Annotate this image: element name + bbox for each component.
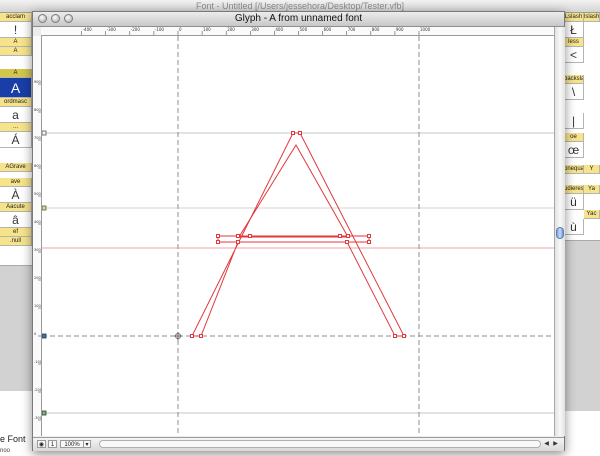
ruler-label: 700 — [348, 27, 356, 32]
ruler-label: 0 — [34, 332, 36, 336]
ruler-label: 900 — [396, 27, 404, 32]
zoom-dropdown-chevron-icon[interactable]: ▾ — [83, 440, 91, 448]
ruler-label: -400 — [83, 27, 93, 32]
ruler-label: 1000 — [420, 27, 431, 32]
ruler-label: 100 — [34, 304, 41, 308]
baseline-marker — [42, 333, 47, 339]
scroll-left-arrow-icon[interactable]: ◀ — [542, 440, 551, 448]
ruler-label: 300 — [34, 248, 41, 252]
grid-glyph[interactable]: Á — [0, 132, 32, 148]
grid-header: ave — [0, 178, 32, 187]
ruler-label: 300 — [251, 27, 259, 32]
grid-header: acclam — [0, 13, 32, 22]
grid-glyph[interactable]: < — [564, 47, 584, 63]
grid-header: Lslash — [564, 13, 584, 22]
glyph-window-statusbar: ◉ 1 100% ▾ ◀ ▶ — [33, 437, 564, 451]
ruler-label: 800 — [34, 108, 41, 112]
glyph-window-title: Glyph - A from unnamed font — [234, 13, 363, 24]
vertical-ruler-ticks: 900 800 700 600 500 400 300 200 100 0 -100 -200 -300 — [34, 80, 41, 421]
grid-header-selected: A — [0, 69, 32, 78]
grid-header: lslash — [584, 13, 600, 22]
glyph-outline — [191, 132, 405, 337]
grid-header: onequarter — [564, 165, 584, 174]
vertical-ruler[interactable]: 900 800 700 600 500 400 300 200 100 0 -100 -200 -300 — [33, 36, 42, 436]
grid-header: A — [0, 47, 32, 56]
grid-header: AGrave — [0, 163, 32, 172]
ruler-label: 600 — [34, 164, 41, 168]
ruler-label: -200 — [34, 388, 41, 392]
ruler-label: 400 — [34, 220, 41, 224]
eye-icon: ◉ — [38, 442, 45, 448]
grid-header: Aacute — [0, 203, 32, 212]
grid-header: Yac — [584, 210, 600, 219]
ruler-label: 0 — [179, 27, 182, 32]
grid-glyph[interactable]: ! — [0, 22, 32, 38]
ruler-label: 200 — [34, 276, 41, 280]
ruler-label: -300 — [34, 416, 41, 420]
grid-glyph[interactable]: | — [564, 113, 584, 129]
outline-nodes — [190, 131, 406, 338]
grid-header: ... — [0, 123, 32, 132]
ruler-label: 600 — [324, 27, 332, 32]
font-window-empty-area — [0, 265, 32, 391]
ruler-label: -200 — [131, 27, 141, 32]
glyph-window-titlebar[interactable]: Glyph - A from unnamed font — [33, 12, 564, 27]
ruler-label: -100 — [34, 360, 41, 364]
layer-number-button[interactable]: 1 — [48, 440, 57, 448]
grid-header: oe — [564, 133, 584, 142]
vertical-scrollbar[interactable] — [554, 27, 565, 436]
grid-glyph[interactable]: ü — [564, 194, 584, 210]
grid-header: Y — [584, 165, 600, 174]
ascender-marker — [42, 130, 47, 136]
ruler-label: -100 — [155, 27, 165, 32]
horizontal-scrollbar[interactable] — [99, 440, 541, 448]
grid-glyph[interactable]: \ — [564, 84, 584, 100]
grid-glyph[interactable]: ù — [564, 219, 584, 235]
ruler-label: 500 — [34, 192, 41, 196]
ruler-label: 100 — [203, 27, 211, 32]
grid-header: udieresis — [564, 185, 584, 194]
ruler-label: 500 — [300, 27, 308, 32]
zoom-select[interactable]: 100% — [60, 440, 84, 448]
cap-height-marker — [42, 205, 47, 211]
grid-header: ef — [0, 228, 32, 237]
grid-header: less — [564, 38, 584, 47]
vertical-scrollbar-thumb[interactable] — [556, 227, 564, 239]
grid-header: ordmasc — [0, 98, 32, 107]
grid-header: Ya — [584, 185, 600, 194]
grid-header: .null — [0, 237, 32, 246]
grid-glyph[interactable]: À — [0, 187, 32, 203]
font-window-empty-area-right — [564, 240, 600, 411]
ruler-label: 900 — [34, 80, 41, 84]
origin-marker — [174, 332, 182, 340]
ruler-label: -300 — [107, 27, 117, 32]
grid-header: backslash — [564, 75, 584, 84]
grid-glyph[interactable]: Ł — [564, 22, 584, 38]
grid-glyph[interactable]: a — [0, 107, 32, 123]
ruler-label: 800 — [372, 27, 380, 32]
scroll-right-arrow-icon[interactable]: ▶ — [551, 440, 560, 448]
grid-glyph[interactable]: â — [0, 212, 32, 228]
ruler-label: 400 — [275, 27, 283, 32]
ruler-label: 200 — [227, 27, 235, 32]
grid-glyph-selected[interactable]: A — [0, 78, 32, 98]
glyph-window: Glyph - A from unnamed font -400 -300 -200… — [32, 11, 565, 451]
grid-header: A — [0, 38, 32, 47]
descender-marker — [42, 410, 47, 416]
layer-button[interactable]: ◉ — [37, 440, 46, 448]
grid-glyph[interactable]: œ — [564, 142, 584, 158]
glyph-canvas[interactable] — [42, 36, 554, 436]
horizontal-ruler-ticks: -400 -300 -200 -100 0 100 200 300 400 500 600 700 80… — [81, 27, 431, 35]
ruler-label: 700 — [34, 136, 41, 140]
font-window-caption: e Font — [0, 434, 26, 444]
font-window-caption-small: noo — [0, 448, 11, 454]
horizontal-ruler[interactable]: -400 -300 -200 -100 0 100 200 300 400 500 600 700 80… — [41, 27, 554, 36]
